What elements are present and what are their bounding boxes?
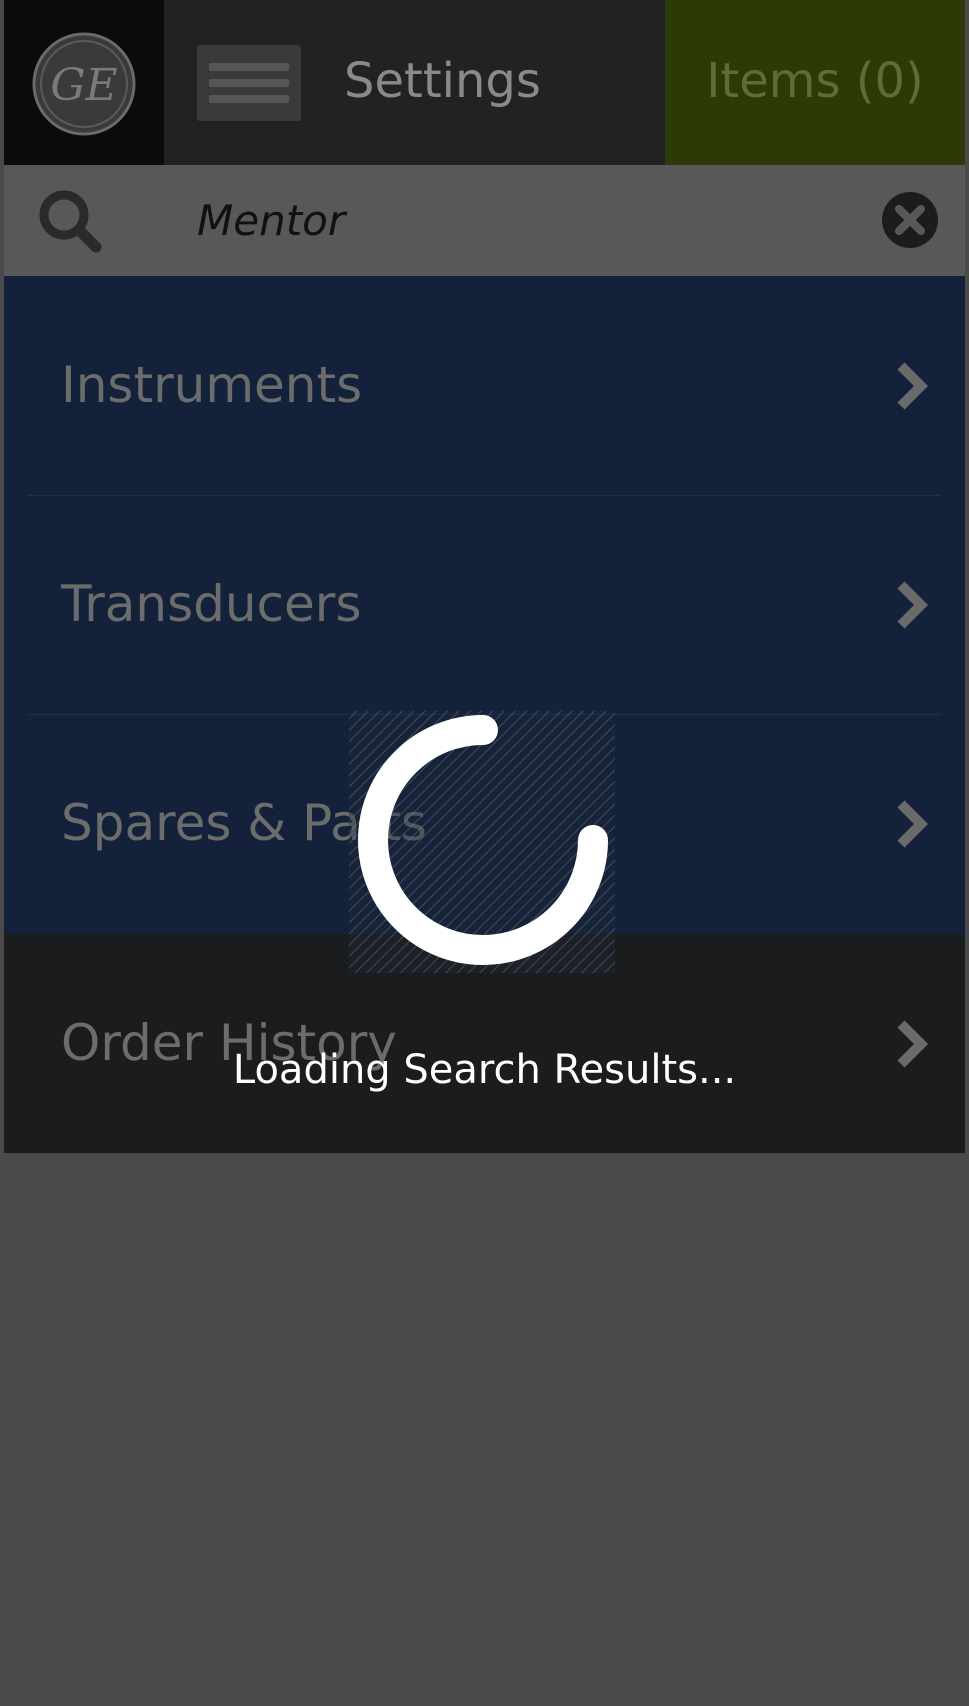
cart-button[interactable]: Items (0) xyxy=(665,0,965,165)
ge-logo[interactable]: GE xyxy=(4,0,164,165)
menu-item-instruments[interactable]: Instruments xyxy=(4,276,965,495)
search-bar: Mentor xyxy=(4,165,965,276)
loading-spinner-icon xyxy=(349,711,615,973)
search-input[interactable]: Mentor xyxy=(197,193,345,249)
loading-message: Loading Search Results... xyxy=(232,1047,737,1093)
svg-text:GE: GE xyxy=(50,60,117,111)
settings-link[interactable]: Settings xyxy=(344,48,541,114)
menu-item-label: Transducers xyxy=(61,575,362,633)
chevron-right-icon xyxy=(897,362,929,410)
menu-item-label: Instruments xyxy=(61,356,363,414)
hamburger-icon xyxy=(209,63,289,71)
top-bar: GE Settings Items (0) xyxy=(4,0,965,165)
menu-item-transducers[interactable]: Transducers xyxy=(4,495,965,714)
menu-button[interactable] xyxy=(197,45,301,121)
ge-logo-icon: GE xyxy=(32,32,136,136)
search-icon[interactable] xyxy=(36,187,106,257)
chevron-right-icon xyxy=(897,581,929,629)
cart-label: Items (0) xyxy=(706,53,924,109)
chevron-right-icon xyxy=(897,800,929,848)
close-circle-icon[interactable] xyxy=(881,191,939,249)
